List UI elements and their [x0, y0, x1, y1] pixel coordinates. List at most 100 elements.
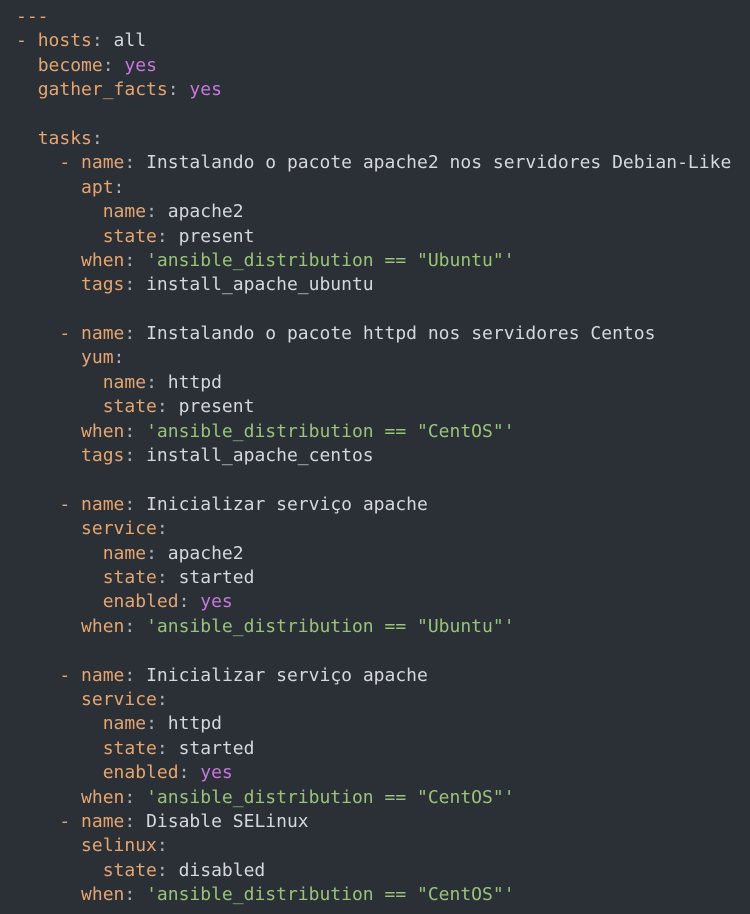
code-line[interactable]: - name: Instalando o pacote httpd nos se… — [16, 322, 750, 346]
yaml-value: httpd — [156, 371, 222, 393]
yaml-value: apache2 — [156, 201, 244, 223]
code-line[interactable]: apt: — [16, 176, 750, 200]
colon: : — [156, 225, 168, 247]
yaml-value: install_apache_centos — [135, 445, 374, 467]
colon: : — [167, 79, 179, 101]
code-line[interactable]: name: httpd — [16, 712, 750, 736]
colon: : — [124, 786, 136, 808]
code-line[interactable]: name: httpd — [16, 371, 750, 395]
yaml-value: started — [167, 737, 255, 759]
code-line[interactable]: - name: Disable SELinux — [16, 810, 750, 834]
code-line[interactable]: - hosts: all — [16, 29, 750, 53]
code-line[interactable]: --- — [16, 5, 750, 29]
code-line[interactable]: tags: install_apache_ubuntu — [16, 273, 750, 297]
line-marker: - — [59, 664, 82, 686]
line-marker: - — [16, 30, 38, 52]
colon: : — [178, 591, 190, 613]
colon: : — [113, 347, 125, 369]
colon: : — [124, 152, 136, 174]
line-marker: --- — [16, 6, 49, 27]
colon: : — [124, 810, 136, 832]
colon: : — [124, 420, 136, 442]
code-line[interactable]: enabled: yes — [16, 761, 750, 785]
code-line[interactable]: - name: Inicializar serviço apache — [16, 493, 750, 517]
code-line[interactable]: tags: install_apache_centos — [16, 444, 750, 468]
code-line[interactable] — [16, 103, 750, 127]
line-marker: - — [59, 152, 82, 174]
yaml-key: when — [81, 420, 125, 442]
code-line[interactable]: enabled: yes — [16, 590, 750, 614]
colon: : — [124, 274, 136, 296]
yaml-key: tags — [81, 274, 125, 296]
code-line[interactable] — [16, 468, 750, 492]
code-line[interactable]: state: present — [16, 225, 750, 249]
yaml-value: present — [167, 225, 255, 247]
code-line[interactable]: - name: Inicializar serviço apache — [16, 664, 750, 688]
code-line[interactable]: when: 'ansible_distribution == "CentOS"' — [16, 420, 750, 444]
colon: : — [124, 445, 136, 467]
code-line[interactable]: when: 'ansible_distribution == "Ubuntu"' — [16, 615, 750, 639]
colon: : — [124, 615, 136, 637]
yaml-value: 'ansible_distribution == "Ubuntu"' — [135, 249, 515, 271]
code-line[interactable]: - name: Instalando o pacote apache2 nos … — [16, 151, 750, 175]
code-line[interactable]: become: yes — [16, 54, 750, 78]
code-line[interactable]: when: 'ansible_distribution == "CentOS"' — [16, 786, 750, 810]
yaml-key: name — [102, 201, 147, 223]
yaml-value: Inicializar serviço apache — [135, 664, 428, 686]
code-line[interactable]: when: 'ansible_distribution == "Ubuntu"' — [16, 249, 750, 273]
colon: : — [146, 371, 157, 393]
yaml-key: service — [81, 688, 157, 710]
yaml-value: Instalando o pacote httpd nos servidores… — [135, 323, 656, 345]
code-line[interactable]: name: apache2 — [16, 200, 750, 224]
yaml-key: state — [102, 396, 157, 418]
code-line[interactable]: state: started — [16, 566, 750, 590]
yaml-value: yes — [113, 54, 157, 76]
code-line[interactable]: yum: — [16, 346, 750, 370]
line-marker: - — [59, 810, 82, 832]
colon: : — [124, 493, 136, 515]
code-line[interactable] — [16, 298, 750, 322]
code-line[interactable]: when: 'ansible_distribution == "CentOS"' — [16, 883, 750, 907]
yaml-value: 'ansible_distribution == "CentOS"' — [135, 884, 515, 906]
colon: : — [178, 762, 190, 784]
yaml-value: yes — [189, 762, 233, 784]
yaml-value: Inicializar serviço apache — [135, 493, 428, 515]
yaml-key: name — [81, 664, 125, 686]
yaml-key: gather_facts — [37, 79, 168, 101]
yaml-key: enabled — [102, 591, 179, 613]
code-editor[interactable]: --- - hosts: all become: yes gather_facts… — [0, 0, 750, 914]
code-line[interactable]: state: present — [16, 395, 750, 419]
colon: : — [146, 201, 157, 223]
code-line[interactable]: state: disabled — [16, 859, 750, 883]
yaml-key: name — [102, 542, 147, 564]
yaml-value: present — [167, 396, 255, 418]
colon: : — [156, 737, 168, 759]
code-line[interactable]: name: apache2 — [16, 542, 750, 566]
colon: : — [124, 323, 136, 345]
yaml-key: name — [81, 152, 125, 174]
yaml-key: name — [102, 713, 147, 735]
code-line[interactable] — [16, 639, 750, 663]
code-line[interactable]: service: — [16, 688, 750, 712]
code-line[interactable]: tasks: — [16, 127, 750, 151]
colon: : — [113, 176, 125, 198]
yaml-value: started — [167, 566, 255, 588]
yaml-value: install_apache_ubuntu — [135, 274, 374, 296]
colon: : — [124, 249, 136, 271]
yaml-value: Instalando o pacote apache2 nos servidor… — [135, 152, 732, 174]
colon: : — [146, 713, 157, 735]
code-line[interactable]: gather_facts: yes — [16, 78, 750, 102]
code-line[interactable]: selinux: — [16, 834, 750, 858]
yaml-value: 'ansible_distribution == "CentOS"' — [135, 786, 515, 808]
code-line[interactable]: service: — [16, 517, 750, 541]
code-line[interactable]: state: started — [16, 737, 750, 761]
